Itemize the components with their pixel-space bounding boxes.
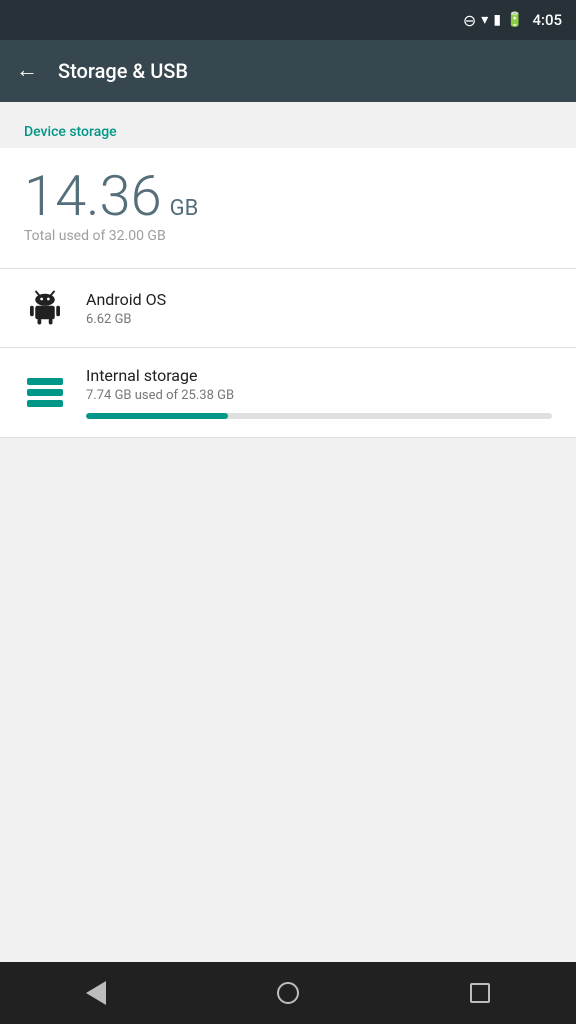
android-os-size: 6.62 GB	[86, 312, 552, 327]
internal-storage-item[interactable]: Internal storage 7.74 GB used of 25.38 G…	[0, 348, 576, 437]
internal-storage-icon	[24, 372, 66, 414]
nav-back-icon	[86, 981, 106, 1005]
nav-home-button[interactable]	[263, 968, 313, 1018]
nav-recents-icon	[470, 983, 490, 1003]
storage-used-display: 14.36 GB	[24, 168, 552, 224]
wifi-icon: ▾	[481, 12, 488, 28]
internal-storage-info: Internal storage 7.74 GB used of 25.38 G…	[86, 366, 552, 419]
status-time: 4:05	[532, 11, 562, 29]
status-icons: ⊖ ▾ ▮ 🔋 4:05	[463, 11, 562, 30]
do-not-disturb-icon: ⊖	[463, 11, 476, 30]
storage-total-label: Total used of 32.00 GB	[24, 228, 552, 244]
signal-icon: ▮	[493, 12, 501, 28]
storage-summary-card: 14.36 GB Total used of 32.00 GB	[0, 148, 576, 268]
android-os-item[interactable]: Android OS 6.62 GB	[0, 269, 576, 347]
android-os-icon	[24, 287, 66, 329]
app-bar: ← Storage & USB	[0, 40, 576, 102]
internal-storage-name: Internal storage	[86, 366, 552, 385]
storage-unit-label: GB	[170, 196, 199, 221]
device-storage-section-header: Device storage	[0, 102, 576, 148]
android-os-info: Android OS 6.62 GB	[86, 290, 552, 327]
nav-back-button[interactable]	[71, 968, 121, 1018]
divider-3	[0, 437, 576, 438]
battery-icon: 🔋	[506, 12, 523, 28]
storage-used-number: 14.36	[24, 168, 162, 224]
internal-storage-size: 7.74 GB used of 25.38 GB	[86, 388, 552, 403]
nav-recents-button[interactable]	[455, 968, 505, 1018]
android-os-name: Android OS	[86, 290, 552, 309]
content-area: Device storage 14.36 GB Total used of 32…	[0, 102, 576, 962]
internal-storage-progress-container	[86, 413, 552, 419]
status-bar: ⊖ ▾ ▮ 🔋 4:05	[0, 0, 576, 40]
nav-home-icon	[277, 982, 299, 1004]
back-button[interactable]: ←	[16, 60, 38, 82]
internal-storage-progress-fill	[86, 413, 228, 419]
nav-bar	[0, 962, 576, 1024]
app-bar-title: Storage & USB	[58, 59, 188, 83]
